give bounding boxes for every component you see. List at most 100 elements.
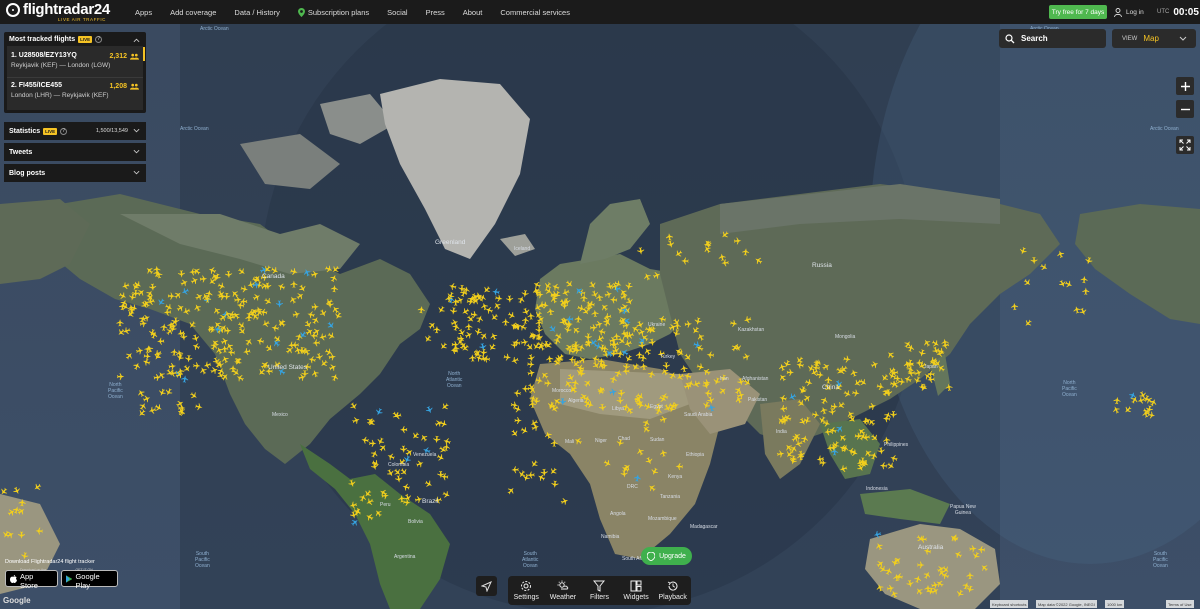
map-label-japan: Japan [924,364,938,370]
map-label-south-pacific-left: South Pacific Ocean [195,551,210,569]
help-icon[interactable]: ? [95,35,103,43]
logo-tagline: LIVE AIR TRAFFIC [58,17,107,22]
login-link[interactable]: Log in [1114,0,1144,24]
widgets-button[interactable]: Widgets [618,576,655,605]
map-label-united-states: United States [268,364,308,371]
map-label-north-pacific-right: North Pacific Ocean [1062,380,1077,398]
upgrade-label: Upgrade [659,552,686,560]
filters-button[interactable]: Filters [581,576,618,605]
upgrade-button[interactable]: Upgrade [641,547,692,565]
playback-button[interactable]: Playback [654,576,691,605]
map-label-niger: Niger [595,438,607,444]
map-label-russia: Russia [812,262,832,269]
subscription-pin-icon [297,7,305,17]
terms-of-use-link[interactable]: Terms of Use [1166,600,1194,608]
map-label-indonesia: Indonesia [866,486,888,492]
search-input[interactable] [1021,34,1091,43]
map-label-afghanistan: Afghanistan [742,376,769,382]
google-play-badge[interactable]: GET IT ON Google Play [61,568,118,590]
chevron-down-icon [133,149,140,154]
nav-subscription-label: Subscription plans [307,7,370,17]
try-free-button[interactable]: Try free for 7 days [1049,5,1107,19]
filter-icon [593,580,606,592]
google-logo: Google [3,596,31,605]
widgets-icon [630,580,642,592]
view-label: VIEW [1122,35,1138,42]
nav-apps[interactable]: Apps [135,8,152,17]
users-icon [130,53,139,60]
zoom-out-button[interactable] [1176,100,1194,118]
blog-posts-label: Blog posts [9,169,46,177]
zoom-in-button[interactable] [1176,77,1194,95]
fullscreen-button[interactable] [1176,136,1194,154]
nav-commercial-services[interactable]: Commercial services [500,8,570,17]
widgets-label: Widgets [623,594,649,601]
map-label-mongolia: Mongolia [835,334,856,340]
statistics-section[interactable]: Statistics LIVE ? 1,500/13,549 [4,122,146,140]
nav-data-history[interactable]: Data / History [234,8,279,17]
map-label-peru: Peru [380,502,391,508]
map-label-iran: Iran [720,376,729,382]
chevron-up-icon[interactable] [133,38,140,43]
map-label-angola: Angola [610,511,626,517]
keyboard-shortcuts-link[interactable]: Keyboard shortcuts [990,600,1029,608]
apple-icon [10,574,17,583]
most-tracked-header[interactable]: Most tracked flights LIVE ? [4,32,146,46]
logo-text: flightradar24 [23,1,110,18]
map-label-canada: Canada [262,273,285,280]
settings-button[interactable]: Settings [508,576,545,605]
google-play-label: Google Play [75,571,100,590]
tracked-flight-item[interactable]: 1. U28508/EZY13YQ 2,312 Reykjavik (KEF) … [7,48,143,78]
app-store-badge[interactable]: Download on the App Store [5,568,58,590]
search-icon [1005,33,1015,43]
tweets-section[interactable]: Tweets [4,143,146,161]
map-label-saudi-arabia: Saudi Arabia [684,412,713,418]
world-map[interactable]: Arctic Ocean Arctic Ocean Arctic Ocean A… [0,24,1200,609]
search-box[interactable] [999,29,1106,48]
bottom-toolbar: Settings Weather Filters Widgets Playbac… [508,576,691,605]
map-label-ukraine: Ukraine [648,322,666,328]
weather-button[interactable]: Weather [545,576,582,605]
map-label-brazil: Brazil [422,498,439,505]
map-label-madagascar: Madagascar [690,524,718,530]
plus-icon [1180,81,1190,91]
utc-time: 00:05 [1173,6,1199,18]
map-label-arctic-ocean-3: Arctic Ocean [180,126,209,132]
flightradar24-logo[interactable]: flightradar24 LIVE AIR TRAFFIC [6,1,126,22]
chevron-down-icon [133,128,140,133]
nav-about[interactable]: About [463,8,483,17]
tweets-label: Tweets [9,148,33,156]
utc-label: UTC [1157,9,1170,15]
filters-label: Filters [589,594,610,601]
map-label-australia: Australia [918,544,944,551]
map-label-bolivia: Bolivia [408,519,423,525]
statistics-help-icon[interactable]: ? [60,127,68,135]
panel-scrollbar[interactable] [143,47,145,61]
most-tracked-panel: Most tracked flights LIVE ? 1. U28508/EZ… [4,32,146,113]
map-label-libya: Libya [612,406,624,412]
map-label-argentina: Argentina [394,554,416,560]
blog-posts-section[interactable]: Blog posts [4,164,146,182]
map-label-drc: DRC [627,484,638,490]
tracked-flight-item[interactable]: 2. FI455/ICE455 1,208 London (LHR) — Rey… [7,78,143,108]
map-label-mozambique: Mozambique [648,516,677,522]
map-label-north-atlantic: North Atlantic Ocean [446,371,463,389]
view-selector[interactable]: VIEW Map [1112,29,1196,48]
map-label-namibia: Namibia [601,534,620,540]
map-label-kazakhstan: Kazakhstan [738,327,765,333]
user-icon [1114,7,1122,17]
map-label-arctic-ocean-4: Arctic Ocean [1150,126,1179,132]
navigation-arrow-icon [481,580,492,592]
logo-radar-icon [6,3,20,17]
nav-social[interactable]: Social [387,8,407,17]
nav-subscription-plans[interactable]: Subscription plans [297,7,370,17]
map-label-ethiopia: Ethiopia [686,452,705,458]
top-nav-bar: flightradar24 LIVE AIR TRAFFIC Apps Add … [0,0,1200,24]
locate-me-button[interactable] [476,576,497,596]
weather-icon [557,580,569,590]
statistics-label: Statistics [9,127,41,135]
nav-press[interactable]: Press [426,8,445,17]
map-label-venezuela: Venezuela [413,452,437,458]
map-label-pakistan: Pakistan [748,397,768,403]
nav-add-coverage[interactable]: Add coverage [170,8,216,17]
